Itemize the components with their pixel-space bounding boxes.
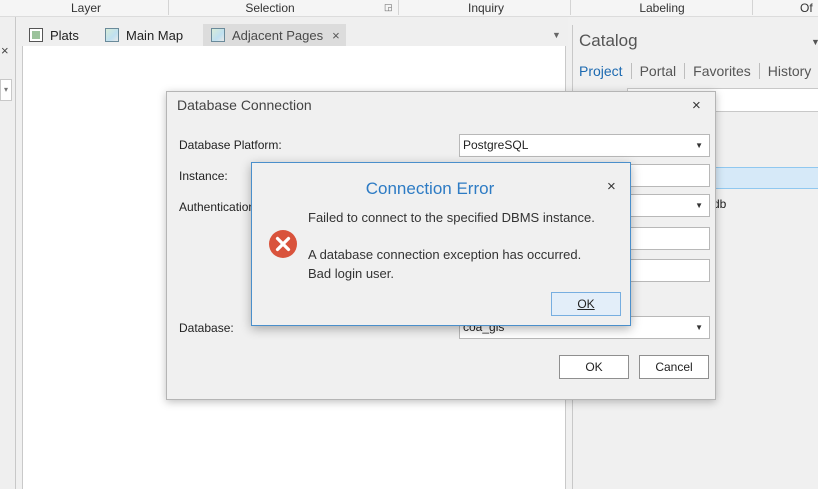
close-icon[interactable]: × — [607, 178, 616, 195]
ribbon-separator — [570, 0, 571, 15]
ribbon-group-inquiry: Inquiry — [467, 1, 505, 15]
error-title: Connection Error — [365, 179, 495, 198]
ribbon-group-offline: Of — [800, 1, 813, 15]
tab-adjacent-pages[interactable]: Adjacent Pages × — [203, 24, 346, 46]
error-ok-label: OK — [577, 297, 595, 311]
tab-portal[interactable]: Portal — [630, 63, 685, 79]
tab-label: Main Map — [126, 27, 184, 43]
ribbon-separator — [752, 0, 753, 15]
error-icon — [269, 230, 297, 258]
instance-label: Instance: — [179, 169, 228, 183]
contents-pane: × ▾ — [0, 17, 16, 489]
close-icon[interactable]: × — [332, 28, 340, 43]
tab-favorites[interactable]: Favorites — [684, 63, 759, 79]
platform-select[interactable]: PostgreSQL ▼ — [459, 134, 710, 157]
error-message-line: Failed to connect to the specified DBMS … — [308, 210, 595, 225]
chevron-down-icon[interactable]: ▾ — [0, 79, 12, 101]
view-tabstrip: Plats Main Map Adjacent Pages × — [17, 17, 568, 46]
close-icon[interactable]: × — [692, 97, 701, 114]
catalog-title: Catalog — [579, 31, 638, 50]
error-message-line: A database connection exception has occu… — [308, 247, 582, 262]
chevron-down-icon[interactable]: ▼ — [552, 30, 561, 40]
authentication-label: Authentication — [179, 200, 256, 214]
error-ok-button[interactable]: OK — [551, 292, 621, 316]
tab-plats[interactable]: Plats — [21, 24, 85, 46]
map-icon — [211, 28, 225, 42]
chevron-down-icon[interactable]: ▼ — [811, 37, 818, 47]
ok-button[interactable]: OK — [559, 355, 629, 379]
connection-error-dialog: Connection Error × Failed to connect to … — [251, 162, 631, 326]
tab-label: Plats — [50, 27, 79, 43]
database-label: Database: — [179, 321, 234, 335]
dialog-title: Database Connection — [177, 97, 312, 113]
ribbon-group-labeling: Labeling — [639, 1, 685, 15]
close-icon[interactable]: × — [1, 43, 9, 58]
tab-history[interactable]: History — [758, 63, 818, 79]
cancel-button[interactable]: Cancel — [639, 355, 709, 379]
tab-main-map[interactable]: Main Map — [97, 24, 189, 46]
ribbon-group-layer: Layer — [70, 1, 102, 15]
chevron-down-icon: ▼ — [695, 201, 703, 210]
error-message-line: Bad login user. — [308, 266, 395, 281]
ribbon-separator — [168, 0, 169, 15]
layout-icon — [29, 28, 43, 42]
ribbon-group-selection: Selection — [245, 1, 295, 15]
tab-label: Adjacent Pages — [232, 27, 324, 43]
ribbon-separator — [398, 0, 399, 15]
ribbon-group-labels: Layer Selection ◲ Inquiry Labeling Of — [0, 0, 818, 17]
tab-project[interactable]: Project — [579, 63, 631, 79]
chevron-down-icon: ▼ — [695, 141, 703, 150]
chevron-down-icon: ▼ — [695, 323, 703, 332]
map-icon — [105, 28, 119, 42]
platform-label: Database Platform: — [179, 138, 282, 152]
dialog-launcher-icon[interactable]: ◲ — [384, 3, 393, 12]
catalog-tabs: Project Portal Favorites History — [579, 63, 818, 79]
platform-value: PostgreSQL — [463, 138, 529, 152]
